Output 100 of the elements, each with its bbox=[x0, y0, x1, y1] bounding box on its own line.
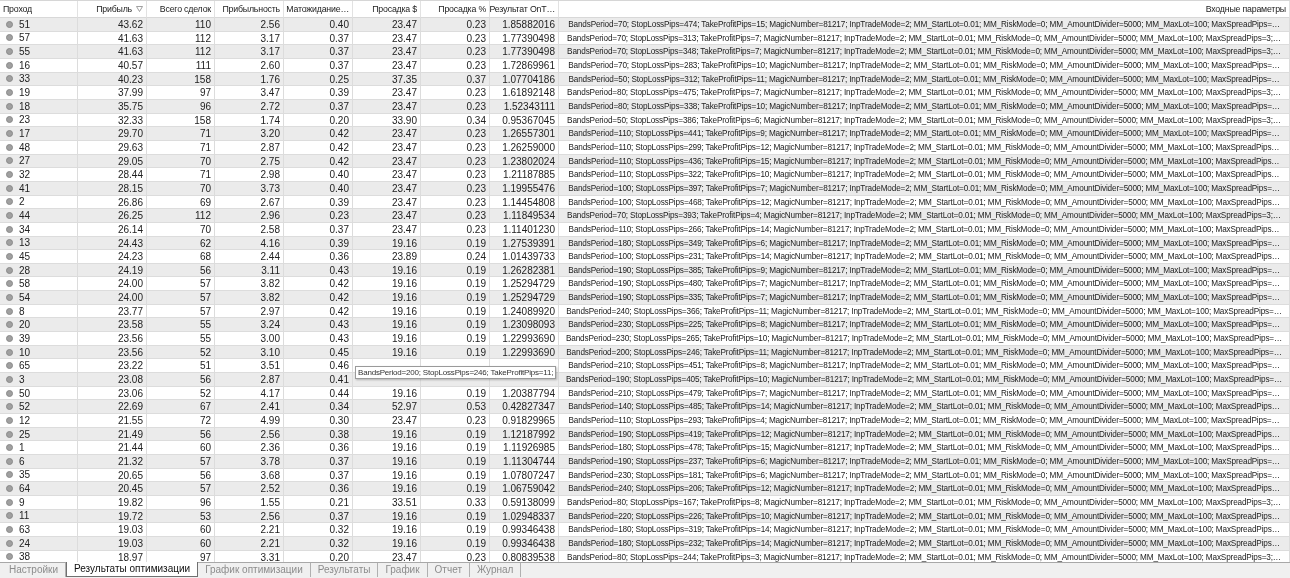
table-cell: BandsPeriod=190; StopLossPips=237; TakeProfitPips=6; MagicNumber=81217; InpTradeMode=2; MM_StartLot=0.01; MM_RiskMode=0; MM_AmountDivider=5000; MM_MaxLot=100; MaxSpreadPips=… bbox=[559, 455, 1290, 469]
table-cell: 43.62 bbox=[78, 18, 147, 32]
table-cell: 20 bbox=[19, 319, 31, 331]
table-cell: 35 bbox=[19, 469, 31, 481]
table-cell: 1.22993690 bbox=[490, 332, 559, 346]
table-cell: 1.77390498 bbox=[490, 45, 559, 59]
table-cell: 24.00 bbox=[78, 291, 147, 305]
column-header[interactable]: Просадка % bbox=[438, 4, 486, 14]
table-cell: BandsPeriod=180; StopLossPips=478; TakeProfitPips=15; MagicNumber=81217; InpTradeMode=2; MM_StartLot=0.01; MM_RiskMode=0; MM_AmountDivider=5000; MM_MaxLot=100; MaxSpreadPips… bbox=[559, 441, 1290, 455]
table-cell: BandsPeriod=140; StopLossPips=485; TakeProfitPips=14; MagicNumber=81217; InpTradeMode=2; MM_StartLot=0.01; MM_RiskMode=0; MM_AmountDivider=5000; MM_MaxLot=100; MaxSpreadPips… bbox=[559, 400, 1290, 415]
table-cell: 51 bbox=[19, 18, 31, 30]
column-header[interactable]: Просадка $ bbox=[372, 4, 417, 14]
table-cell: 52 bbox=[19, 401, 31, 413]
table-cell: BandsPeriod=230; StopLossPips=225; TakeProfitPips=8; MagicNumber=81217; InpTradeMode=2; MM_StartLot=0.01; MM_RiskMode=0; MM_AmountDivider=5000; MM_MaxLot=100; MaxSpreadPips=… bbox=[559, 318, 1290, 333]
column-header[interactable]: Входные параметры bbox=[1205, 4, 1286, 14]
table-cell: 23.47 bbox=[353, 86, 421, 100]
column-header[interactable]: Всего сделок bbox=[159, 4, 211, 14]
table-cell: 39 bbox=[19, 332, 31, 344]
table-cell: 3.78 bbox=[215, 455, 284, 469]
table-cell: 0.99346438 bbox=[490, 523, 559, 537]
table-cell: 19.03 bbox=[78, 523, 147, 537]
table-cell: 3.24 bbox=[215, 318, 284, 333]
table-cell: 19.16 bbox=[353, 332, 421, 346]
table-cell: 0.40 bbox=[284, 18, 353, 32]
table-cell: BandsPeriod=110; StopLossPips=322; TakeProfitPips=10; MagicNumber=81217; InpTradeMode=2; MM_StartLot=0.01; MM_RiskMode=0; MM_AmountDivider=5000; MM_MaxLot=100; MaxSpreadPips… bbox=[559, 168, 1290, 182]
table-cell: BandsPeriod=190; StopLossPips=480; TakeProfitPips=7; MagicNumber=81217; InpTradeMode=2; MM_StartLot=0.01; MM_RiskMode=0; MM_AmountDivider=5000; MM_MaxLot=100; MaxSpreadPips=… bbox=[559, 277, 1290, 292]
table-cell: 0.30 bbox=[284, 414, 353, 428]
table-cell: 1.01439733 bbox=[490, 250, 559, 264]
table-cell: 0.23 bbox=[421, 414, 490, 428]
table-cell: 13 bbox=[19, 237, 31, 249]
table-cell: 112 bbox=[147, 45, 215, 59]
table-cell: BandsPeriod=190; StopLossPips=405; TakeProfitPips=10; MagicNumber=81217; InpTradeMode=2; MM_StartLot=0.01; MM_RiskMode=0; MM_AmountDivider=5000; MM_MaxLot=100; MaxSpreadPips=… bbox=[559, 373, 1290, 387]
column-header[interactable]: Прибыльность bbox=[222, 4, 280, 14]
table-cell: 0.42 bbox=[284, 277, 353, 292]
table-cell: 21.32 bbox=[78, 455, 147, 469]
table-cell: 22.69 bbox=[78, 400, 147, 415]
table-cell: 0.19 bbox=[421, 291, 490, 305]
table-cell: 23.47 bbox=[353, 414, 421, 428]
table-cell: BandsPeriod=110; StopLossPips=293; TakeProfitPips=4; MagicNumber=81217; InpTradeMode=2; MM_StartLot=0.01; MM_RiskMode=0; MM_AmountDivider=5000; MM_MaxLot=100; MaxSpreadPips=… bbox=[559, 414, 1290, 428]
table-cell: 1 bbox=[19, 442, 25, 454]
table-cell: 3.51 bbox=[215, 359, 284, 374]
table-cell: 57 bbox=[147, 291, 215, 305]
table-cell: 23.56 bbox=[78, 332, 147, 346]
column-header[interactable]: Матожидание… bbox=[286, 4, 349, 14]
table-cell: 27 bbox=[19, 155, 31, 167]
table-cell: 1.25294729 bbox=[490, 291, 559, 305]
table-cell: 67 bbox=[147, 400, 215, 415]
table-cell: BandsPeriod=110; StopLossPips=441; TakeProfitPips=9; MagicNumber=81217; InpTradeMode=2; MM_StartLot=0.01; MM_RiskMode=0; MM_AmountDivider=5000; MM_MaxLot=100; MaxSpreadPips=… bbox=[559, 127, 1290, 141]
table-cell: 0.39 bbox=[284, 86, 353, 100]
table-cell: 1.26557301 bbox=[490, 127, 559, 141]
table-cell: 19.16 bbox=[353, 523, 421, 537]
table-cell: 0.42 bbox=[284, 127, 353, 141]
table-cell: 23.47 bbox=[353, 45, 421, 59]
table-cell: 41 bbox=[19, 182, 31, 194]
tab[interactable]: Результаты оптимизации bbox=[66, 562, 199, 577]
table-cell: 57 bbox=[19, 32, 31, 44]
table-cell: 60 bbox=[147, 523, 215, 537]
table-cell: 0.53 bbox=[421, 400, 490, 415]
table-cell: 0.23 bbox=[421, 127, 490, 141]
table-cell: 0.43 bbox=[284, 318, 353, 333]
table-cell: 2.96 bbox=[215, 209, 284, 223]
table-cell: 19.16 bbox=[353, 482, 421, 496]
table-cell: 17 bbox=[19, 128, 31, 140]
column-header[interactable]: Проход bbox=[3, 4, 32, 14]
table-cell: 19 bbox=[19, 87, 31, 99]
table-cell: 0.19 bbox=[421, 318, 490, 333]
table-cell: 37.99 bbox=[78, 86, 147, 100]
table-cell: 64 bbox=[19, 483, 31, 495]
table-cell: 57 bbox=[147, 482, 215, 496]
table-cell: 0.40 bbox=[284, 168, 353, 182]
table-cell: 44 bbox=[19, 210, 31, 221]
column-header[interactable]: Прибыль bbox=[96, 4, 132, 14]
table-cell: 2.52 bbox=[215, 482, 284, 496]
table-cell: 21.55 bbox=[78, 414, 147, 428]
table-cell: 55 bbox=[147, 332, 215, 346]
table-cell: 0.23 bbox=[421, 86, 490, 100]
table-cell: 38 bbox=[19, 551, 31, 562]
table-cell: 19.16 bbox=[353, 441, 421, 455]
table-cell: 0.36 bbox=[284, 482, 353, 496]
table-cell: 10 bbox=[19, 346, 31, 358]
table-cell: 71 bbox=[147, 127, 215, 141]
table-cell: 51 bbox=[147, 359, 215, 374]
table-cell: 68 bbox=[147, 250, 215, 264]
table-cell: 0.37 bbox=[284, 455, 353, 469]
table-cell: 1.25294729 bbox=[490, 277, 559, 292]
table-cell: 0.41 bbox=[284, 373, 353, 387]
table-cell: 20.45 bbox=[78, 482, 147, 496]
table-cell: 2.98 bbox=[215, 168, 284, 182]
table-cell: 1.11849534 bbox=[490, 209, 559, 223]
table-cell: BandsPeriod=70; StopLossPips=474; TakeProfitPips=15; MagicNumber=81217; InpTradeMode=2; MM_StartLot=0.01; MM_RiskMode=0; MM_AmountDivider=5000; MM_MaxLot=100; MaxSpreadPips=… bbox=[559, 18, 1290, 32]
table-cell: 1.11304744 bbox=[490, 455, 559, 469]
table-cell: 65 bbox=[19, 360, 31, 372]
table-cell: 3.82 bbox=[215, 277, 284, 292]
table-cell: 23.47 bbox=[353, 127, 421, 141]
table-cell: 9 bbox=[19, 496, 25, 508]
table-cell: 23.58 bbox=[78, 318, 147, 333]
table-cell: 6 bbox=[19, 455, 25, 467]
table-cell: 0.46 bbox=[284, 359, 353, 374]
column-header[interactable]: Результат OnT… bbox=[490, 4, 555, 14]
table-cell: 3.20 bbox=[215, 127, 284, 141]
